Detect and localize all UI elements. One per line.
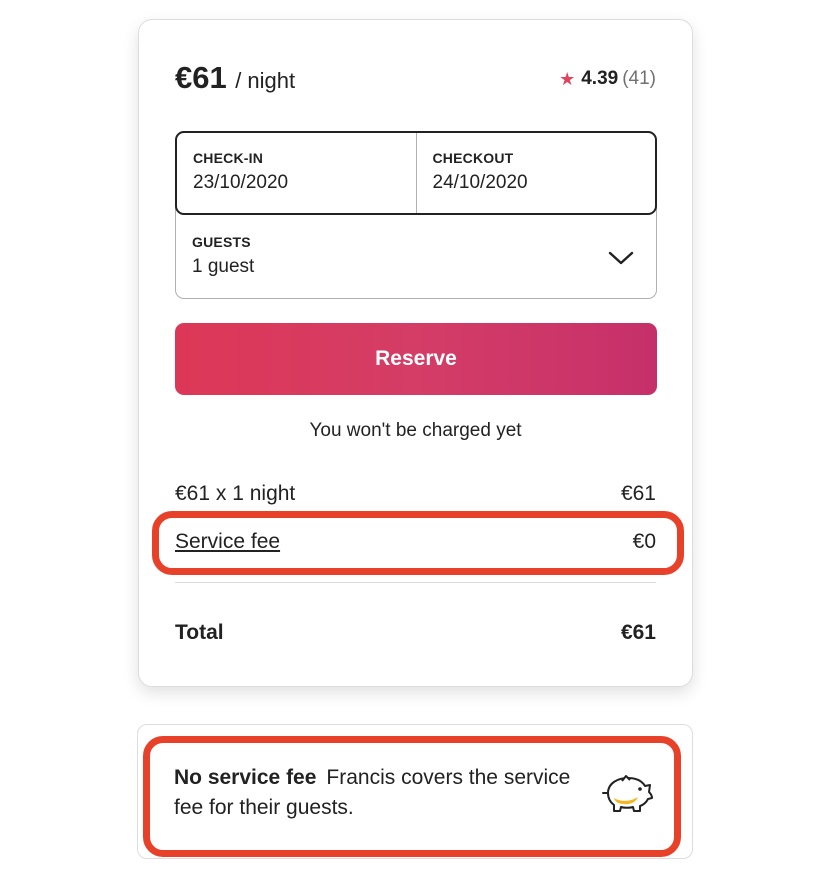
service-fee-value: €0: [632, 530, 656, 553]
star-icon: ★: [559, 68, 576, 89]
booking-picker: CHECK-IN 23/10/2020 CHECKOUT 24/10/2020 …: [175, 131, 657, 299]
checkin-value: 23/10/2020: [193, 172, 289, 193]
guests-value: 1 guest: [192, 256, 255, 277]
checkout-label: CHECKOUT: [432, 150, 514, 166]
guests-field[interactable]: GUESTS 1 guest: [192, 234, 640, 278]
total-value: €61: [620, 621, 656, 644]
rating-score: 4.39: [581, 68, 619, 89]
per-night-label: / night: [235, 68, 296, 93]
nightly-price: €61: [175, 60, 227, 95]
no-charge-note: You won't be charged yet: [309, 420, 522, 441]
info-text: No service fee Francis covers the service…: [174, 763, 574, 823]
piggy-bank-icon: [602, 775, 653, 812]
nights-label: €61 x 1 night: [175, 482, 296, 505]
nights-line: €61 x 1 night €61: [175, 482, 656, 506]
checkout-field[interactable]: CHECKOUT 24/10/2020: [415, 133, 656, 213]
no-service-fee-card: No service fee Francis covers the service…: [137, 724, 693, 859]
reserve-button[interactable]: Reserve: [175, 323, 657, 395]
nights-value: €61: [620, 482, 656, 505]
review-count: (41): [622, 68, 656, 89]
rating[interactable]: ★ 4.39 (41): [559, 68, 656, 90]
chevron-down-icon[interactable]: [608, 249, 634, 267]
service-fee-line: Service fee €0: [175, 530, 656, 554]
booking-card: €61 / night ★ 4.39 (41) CHECK-IN 23/10/2…: [138, 19, 693, 687]
price-row: €61 / night ★ 4.39 (41): [175, 60, 656, 100]
date-range: CHECK-IN 23/10/2020 CHECKOUT 24/10/2020: [175, 131, 657, 215]
total-label: Total: [175, 621, 224, 644]
checkin-label: CHECK-IN: [193, 150, 264, 166]
total-line: Total €61: [175, 621, 656, 645]
guests-label: GUESTS: [192, 234, 251, 250]
checkin-field[interactable]: CHECK-IN 23/10/2020: [177, 133, 416, 213]
info-title: No service fee: [174, 766, 317, 789]
checkout-value: 24/10/2020: [432, 172, 528, 193]
divider: [175, 582, 656, 583]
service-fee-link[interactable]: Service fee: [175, 530, 280, 554]
